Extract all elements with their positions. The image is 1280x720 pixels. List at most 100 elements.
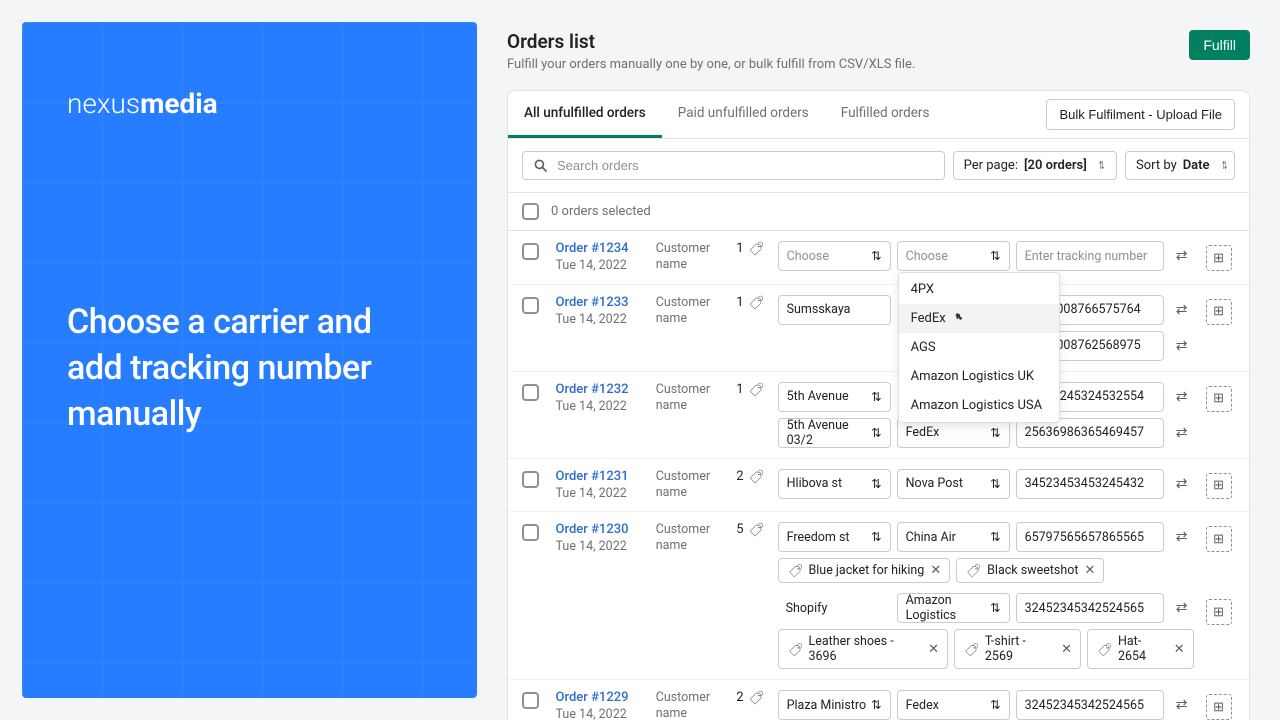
sort-select[interactable]: Sort by Date <box>1125 151 1235 180</box>
swap-icon[interactable]: ⇄ <box>1170 418 1194 448</box>
customer-name: Customer name <box>656 469 725 502</box>
order-row: Order #1232 Tue 14, 2022 Customer name 1… <box>508 372 1249 459</box>
dropdown-item[interactable]: Amazon Logistics USA <box>899 391 1059 420</box>
swap-icon[interactable]: ⇄ <box>1170 522 1194 552</box>
carrier-select[interactable]: China Air⇅ <box>897 522 1010 552</box>
add-line-button[interactable]: ⊞ <box>1206 599 1232 625</box>
order-link[interactable]: Order #1233 <box>556 295 644 310</box>
brand-part1: nexus <box>67 87 140 120</box>
tracking-input[interactable]: Enter tracking number <box>1016 241 1164 271</box>
order-link[interactable]: Order #1230 <box>556 522 644 537</box>
tracking-input[interactable]: 65797565657865565 <box>1016 522 1164 552</box>
order-date: Tue 14, 2022 <box>556 258 644 273</box>
tag-icon: 🏷 <box>747 294 762 311</box>
brand-part2: media <box>140 87 218 120</box>
bulk-upload-button[interactable]: Bulk Fulfilment - Upload File <box>1046 99 1235 130</box>
row-checkbox[interactable] <box>522 297 539 314</box>
customer-name: Customer name <box>656 382 725 415</box>
order-link[interactable]: Order #1234 <box>556 241 644 256</box>
carrier-select[interactable]: Nova Post⇅ <box>897 469 1010 499</box>
customer-name: Customer name <box>656 295 725 328</box>
row-checkbox[interactable] <box>522 692 539 709</box>
location-select[interactable]: Hlibova st⇅ <box>778 469 891 499</box>
tag-remove[interactable]: ✕ <box>1061 642 1072 657</box>
promo-text: Choose a carrier and add tracking number… <box>67 300 432 438</box>
add-line-button[interactable]: ⊞ <box>1206 299 1232 325</box>
dropdown-item[interactable]: FedEx <box>899 304 1059 333</box>
order-row: Order #1230 Tue 14, 2022 Customer name 5… <box>508 512 1249 680</box>
dropdown-item[interactable]: 4PX <box>899 275 1059 304</box>
add-line-button[interactable]: ⊞ <box>1206 386 1232 412</box>
customer-name: Customer name <box>656 522 725 555</box>
add-line-button[interactable]: ⊞ <box>1206 526 1232 552</box>
page-title: Orders list <box>507 30 915 53</box>
brand-logo: nexusmedia <box>67 87 432 120</box>
promo-panel: nexusmedia Choose a carrier and add trac… <box>22 22 477 698</box>
product-tag: 🏷Hat-2654✕ <box>1087 629 1194 669</box>
store-label: Shopify <box>778 593 891 623</box>
carrier-select[interactable]: Choose⇅ 4PX FedEx AGS Amazon Logistics U… <box>897 241 1010 271</box>
tag-icon: 🏷 <box>747 521 762 538</box>
carrier-select[interactable]: Amazon Logistics⇅ <box>897 593 1010 623</box>
swap-icon[interactable]: ⇄ <box>1170 382 1194 412</box>
location-select[interactable]: Plaza Ministro⇅ <box>778 690 891 720</box>
orders-panel: All unfulfilled orders Paid unfulfilled … <box>507 90 1250 720</box>
tag-icon: 🏷 <box>747 381 762 398</box>
add-line-button[interactable]: ⊞ <box>1206 694 1232 720</box>
location-select[interactable]: Freedom st⇅ <box>778 522 891 552</box>
tracking-input[interactable]: 32452345342524565 <box>1016 690 1164 720</box>
location-select[interactable]: Choose⇅ <box>778 241 891 271</box>
swap-icon[interactable]: ⇄ <box>1170 241 1194 271</box>
search-field[interactable] <box>522 151 945 180</box>
tag-remove[interactable]: ✕ <box>928 642 939 657</box>
swap-icon[interactable]: ⇄ <box>1170 690 1194 720</box>
order-link[interactable]: Order #1229 <box>556 690 644 705</box>
select-all-checkbox[interactable] <box>522 203 539 220</box>
order-link[interactable]: Order #1231 <box>556 469 644 484</box>
per-page-select[interactable]: Per page: [20 orders] <box>953 151 1117 180</box>
order-date: Tue 14, 2022 <box>556 399 644 414</box>
product-tag: 🏷Leather shoes - 3696✕ <box>778 629 948 669</box>
dropdown-item[interactable]: AGS <box>899 333 1059 362</box>
order-date: Tue 14, 2022 <box>556 539 644 554</box>
carrier-select[interactable]: Fedex⇅ <box>897 690 1010 720</box>
tag-remove[interactable]: ✕ <box>1174 642 1185 657</box>
tag-remove[interactable]: ✕ <box>930 563 941 578</box>
dropdown-item[interactable]: Amazon Logistics UK <box>899 362 1059 391</box>
tag-icon: 🏷 <box>747 689 762 706</box>
tracking-input[interactable]: 34523453453245432 <box>1016 469 1164 499</box>
row-checkbox[interactable] <box>522 524 539 541</box>
order-row: Order #1231 Tue 14, 2022 Customer name 2… <box>508 459 1249 513</box>
swap-icon[interactable]: ⇄ <box>1170 593 1194 623</box>
add-line-button[interactable]: ⊞ <box>1206 245 1232 271</box>
swap-icon[interactable]: ⇄ <box>1170 331 1194 361</box>
product-tag: 🏷Black sweetshot✕ <box>956 558 1104 583</box>
search-icon <box>533 158 549 174</box>
location-select[interactable]: 5th Avenue⇅ <box>778 382 891 412</box>
order-row: Order #1234 Tue 14, 2022 Customer name 1… <box>508 231 1249 285</box>
tag-remove[interactable]: ✕ <box>1084 563 1095 578</box>
customer-name: Customer name <box>656 241 725 274</box>
order-date: Tue 14, 2022 <box>556 486 644 501</box>
page-header: Orders list Fulfill your orders manually… <box>507 30 1250 72</box>
order-row: Order #1233 Tue 14, 2022 Customer name 1… <box>508 285 1249 372</box>
location-select[interactable]: 5th Avenue 03/2⇅ <box>778 418 891 448</box>
tab-fulfilled[interactable]: Fulfilled orders <box>825 91 946 138</box>
order-link[interactable]: Order #1232 <box>556 382 644 397</box>
tracking-input[interactable]: 32452345342524565 <box>1016 593 1164 623</box>
fulfill-button[interactable]: Fulfill <box>1189 30 1250 60</box>
tab-paid-unfulfilled[interactable]: Paid unfulfilled orders <box>662 91 825 138</box>
tag-icon: 🏷 <box>747 240 762 257</box>
order-row: Order #1229 Tue 14, 2022 Customer name 2… <box>508 680 1249 720</box>
location-select[interactable]: Sumsskaya <box>778 295 891 325</box>
swap-icon[interactable]: ⇄ <box>1170 469 1194 499</box>
tag-icon: 🏷 <box>747 468 762 485</box>
search-input[interactable] <box>557 158 934 173</box>
row-checkbox[interactable] <box>522 384 539 401</box>
product-tag: 🏷T-shirt - 2569✕ <box>954 629 1081 669</box>
swap-icon[interactable]: ⇄ <box>1170 295 1194 325</box>
row-checkbox[interactable] <box>522 243 539 260</box>
row-checkbox[interactable] <box>522 471 539 488</box>
tab-all-unfulfilled[interactable]: All unfulfilled orders <box>508 91 662 138</box>
add-line-button[interactable]: ⊞ <box>1206 473 1232 499</box>
